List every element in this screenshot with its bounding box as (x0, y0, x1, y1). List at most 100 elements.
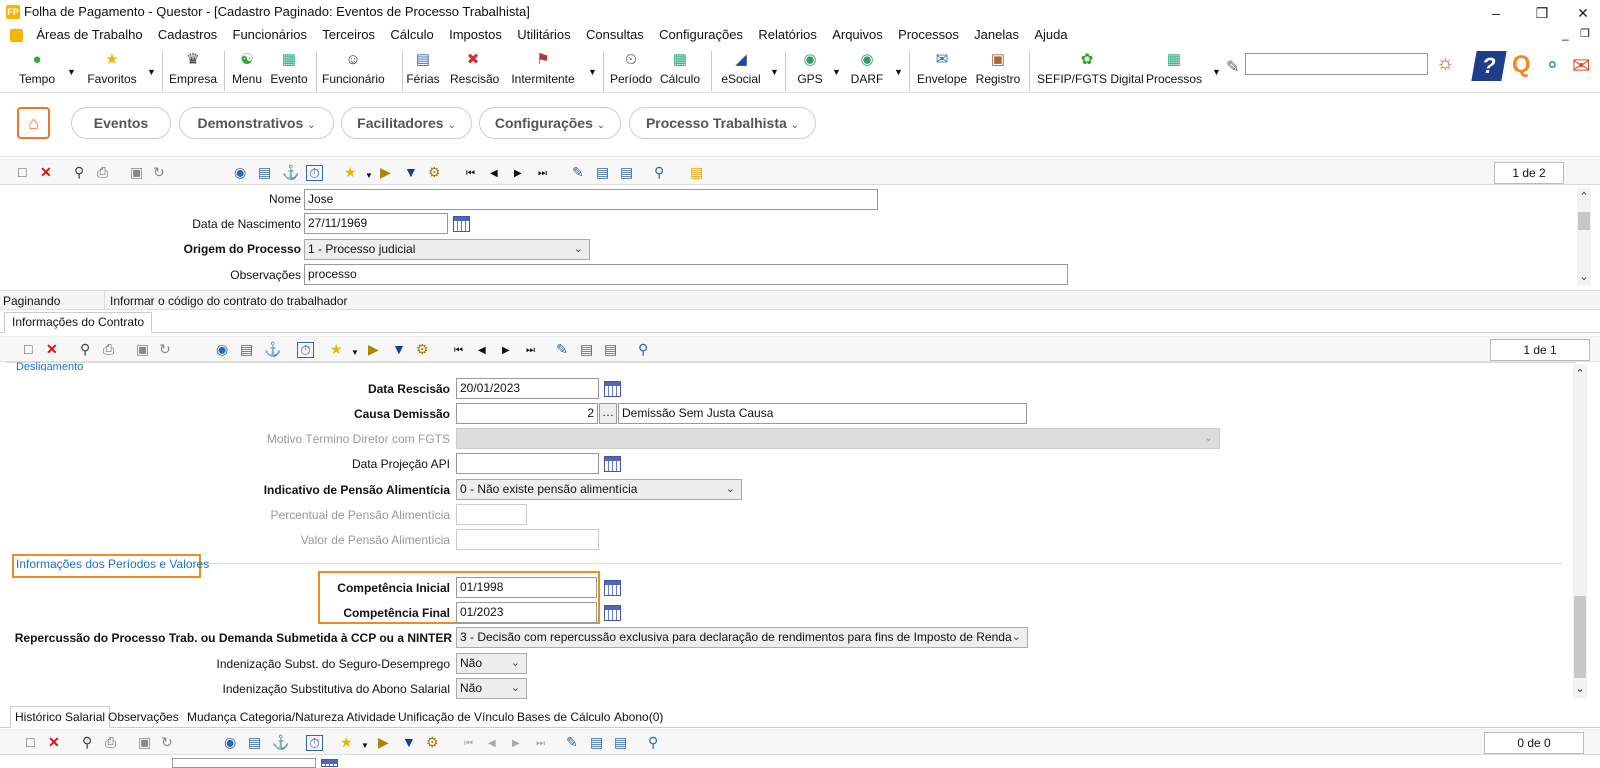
competencia-final-field[interactable]: 01/2023 (456, 602, 597, 623)
top-form-scrollbar[interactable]: ⌃ ⌄ (1577, 188, 1591, 286)
calendar-icon[interactable] (604, 381, 621, 397)
timer-icon[interactable]: ⏱ (306, 735, 323, 751)
causa-lookup-button[interactable]: … (599, 403, 617, 424)
report-export-icon[interactable]: ▤ (620, 165, 633, 179)
anchor-icon[interactable]: ⚓ (264, 342, 281, 356)
globe-icon[interactable]: ◉ (216, 342, 228, 356)
observacoes-field[interactable]: processo (304, 264, 1068, 285)
filter-clear-icon[interactable]: ⚙ (416, 342, 429, 356)
brush-icon[interactable]: ✎ (1226, 57, 1239, 77)
esocial-button[interactable]: ◢ eSocial (720, 49, 762, 91)
favoritos-button[interactable]: ★ Favoritos (82, 49, 142, 91)
zoom-icon[interactable]: ⚲ (648, 735, 658, 749)
menu-cadastros[interactable]: Cadastros (152, 25, 223, 45)
data-rescisao-field[interactable]: 20/01/2023 (456, 378, 599, 399)
water-drop-icon[interactable]: ⚬ (1544, 53, 1561, 78)
binoculars-icon[interactable]: ⚲ (82, 735, 92, 749)
grid-icon[interactable]: ▤ (248, 735, 261, 749)
repercussao-select[interactable]: 3 - Decisão com repercussão exclusiva pa… (456, 627, 1028, 648)
calendar-icon[interactable] (604, 605, 621, 621)
menu-consultas[interactable]: Consultas (580, 25, 650, 45)
filter-icon[interactable]: ▼ (404, 165, 418, 179)
bottom-partial-field[interactable] (172, 758, 316, 768)
last-record-icon[interactable]: ⏭ (526, 344, 535, 358)
refresh-icon[interactable]: ↻ (161, 735, 173, 749)
darf-dropdown-icon[interactable]: ▼ (894, 67, 903, 77)
print-icon[interactable]: ⎙ (103, 342, 114, 356)
menu-ajuda[interactable]: Ajuda (1028, 25, 1073, 45)
menu-calculo[interactable]: Cálculo (384, 25, 439, 45)
tab-unificacao-vinculo[interactable]: Unificação de Vínculo (394, 707, 518, 727)
filter-clear-icon[interactable]: ⚙ (426, 735, 439, 749)
menu-arquivos[interactable]: Arquivos (826, 25, 889, 45)
scroll-up-icon[interactable]: ⌃ (1573, 367, 1587, 380)
processos-button[interactable]: ▦ Processos (1146, 49, 1202, 91)
maximize-button[interactable]: ❐ (1522, 2, 1562, 24)
esocial-dropdown-icon[interactable]: ▼ (770, 67, 779, 77)
evento-button[interactable]: ▦ Evento (270, 49, 308, 91)
last-record-icon[interactable]: ⏭ (536, 737, 545, 751)
archive-icon[interactable]: ▤ (690, 165, 703, 179)
prev-record-icon[interactable]: ◀ (490, 167, 498, 181)
seguro-desemprego-select[interactable]: Não ⌄ (456, 653, 527, 674)
delete-icon[interactable]: ✕ (48, 735, 60, 749)
favorite-dropdown-icon[interactable]: ▼ (361, 739, 369, 753)
filter-icon[interactable]: ▼ (392, 342, 406, 356)
scroll-thumb[interactable] (1574, 596, 1586, 678)
binoculars-icon[interactable]: ⚲ (74, 165, 84, 179)
contract-form-scrollbar[interactable]: ⌃ ⌄ (1573, 364, 1587, 698)
new-record-icon[interactable]: □ (24, 342, 32, 356)
menu-funcionarios[interactable]: Funcionários (227, 25, 313, 45)
new-record-icon[interactable]: □ (18, 165, 26, 179)
tempo-dropdown-icon[interactable]: ▼ (67, 67, 76, 77)
sun-icon[interactable]: ☼ (1436, 52, 1454, 75)
mdi-restore-button[interactable]: ❐ (1580, 27, 1590, 40)
favorite-star-icon[interactable]: ★ (340, 735, 353, 749)
scroll-up-icon[interactable]: ⌃ (1577, 190, 1591, 203)
timer-icon[interactable]: ⏱ (297, 342, 314, 358)
globe-icon[interactable]: ◉ (234, 165, 246, 179)
report-icon[interactable]: ▤ (590, 735, 603, 749)
data-nascimento-field[interactable]: 27/11/1969 (304, 213, 448, 234)
favoritos-dropdown-icon[interactable]: ▼ (147, 67, 156, 77)
prev-record-icon[interactable]: ◀ (488, 737, 496, 751)
filter-export-icon[interactable]: ▶ (380, 165, 391, 179)
save-icon[interactable]: ▣ (130, 165, 143, 179)
tab-mudanca-categoria[interactable]: Mudança Categoria/Natureza Atividade (183, 707, 400, 727)
menu-button[interactable]: ☯ Menu (230, 49, 264, 91)
origem-processo-select[interactable]: 1 - Processo judicial ⌄ (304, 239, 590, 260)
calculo-button[interactable]: ▦ Cálculo (660, 49, 700, 91)
abono-salarial-select[interactable]: Não ⌄ (456, 678, 527, 699)
anchor-icon[interactable]: ⚓ (282, 165, 299, 179)
edit-icon[interactable]: ✎ (556, 342, 568, 356)
print-icon[interactable]: ⎙ (97, 165, 108, 179)
nav-facilitadores[interactable]: Facilitadores ⌄ (341, 107, 472, 139)
gps-dropdown-icon[interactable]: ▼ (832, 67, 841, 77)
toolbar-search-input[interactable] (1245, 53, 1428, 75)
edit-icon[interactable]: ✎ (566, 735, 578, 749)
intermitente-dropdown-icon[interactable]: ▼ (588, 67, 597, 77)
favorite-star-icon[interactable]: ★ (330, 342, 343, 356)
refresh-icon[interactable]: ↻ (153, 165, 165, 179)
tab-historico-salarial[interactable]: Histórico Salarial (10, 706, 111, 728)
favorite-star-icon[interactable]: ★ (344, 165, 357, 179)
darf-button[interactable]: ◉ DARF (850, 49, 884, 91)
zoom-icon[interactable]: ⚲ (654, 165, 664, 179)
close-button[interactable]: ✕ (1563, 2, 1600, 24)
calendar-icon[interactable] (604, 456, 621, 472)
menu-configuracoes[interactable]: Configurações (653, 25, 749, 45)
first-record-icon[interactable]: ⏮ (454, 344, 463, 358)
intermitente-button[interactable]: ⚑ Intermitente (510, 49, 576, 91)
first-record-icon[interactable]: ⏮ (466, 167, 475, 181)
data-projecao-field[interactable] (456, 453, 599, 474)
filter-export-icon[interactable]: ▶ (378, 735, 389, 749)
tab-abono[interactable]: Abono(0) (610, 707, 667, 727)
menu-processos[interactable]: Processos (892, 25, 965, 45)
calendar-icon[interactable] (453, 216, 470, 232)
prev-record-icon[interactable]: ◀ (478, 344, 486, 358)
scroll-thumb[interactable] (1578, 212, 1590, 230)
globe-icon[interactable]: ◉ (224, 735, 236, 749)
calendar-icon[interactable] (604, 580, 621, 596)
causa-demissao-code[interactable]: 2 (456, 403, 598, 424)
tab-informacoes-contrato[interactable]: Informações do Contrato (4, 312, 153, 333)
